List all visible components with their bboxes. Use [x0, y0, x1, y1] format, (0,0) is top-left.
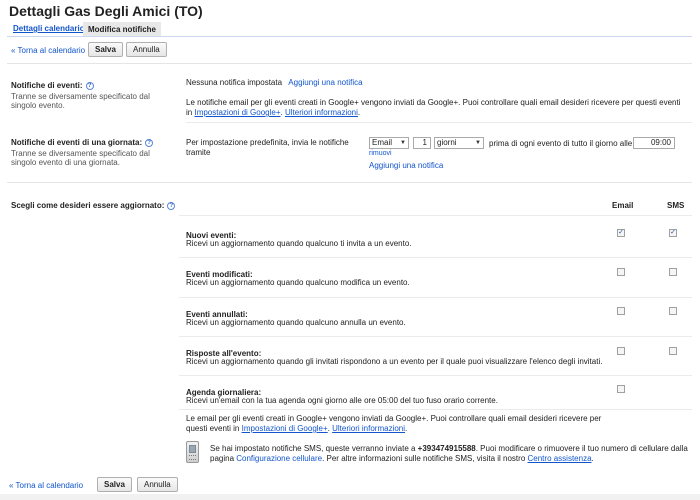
- notification-unit-select[interactable]: giorni ▼: [434, 137, 484, 149]
- notification-method-select[interactable]: Email ▼: [369, 137, 409, 149]
- google-plus-settings-link[interactable]: Impostazioni di Google+: [242, 424, 328, 433]
- event-notifications-label: Notifiche di eventi:?: [11, 81, 94, 90]
- divider: [179, 215, 692, 216]
- divider: [179, 297, 692, 298]
- remove-notification-link[interactable]: rimuovi: [369, 149, 392, 159]
- event-notifications-description: Tranne se diversamente specificato dal s…: [11, 92, 150, 110]
- daily-agenda-email-checkbox[interactable]: [617, 385, 625, 393]
- mobile-phone-icon: [186, 441, 199, 463]
- tab-calendar-details[interactable]: Dettagli calendario: [9, 22, 89, 36]
- chevron-down-icon: ▼: [400, 140, 406, 146]
- tab-divider: [7, 36, 692, 37]
- help-icon[interactable]: ?: [85, 82, 94, 90]
- phone-number: +393474915588: [417, 444, 476, 453]
- event-notifications-status: Nessuna notifica impostata Aggiungi una …: [186, 78, 363, 87]
- cancelled-events-email-checkbox[interactable]: [617, 307, 625, 315]
- divider: [7, 182, 692, 183]
- divider: [179, 375, 692, 376]
- divider: [7, 63, 692, 64]
- more-info-link[interactable]: Ulteriori informazioni: [285, 108, 358, 117]
- modified-events-email-checkbox[interactable]: [617, 268, 625, 276]
- help-icon[interactable]: ?: [145, 139, 154, 147]
- cancelled-events-sms-checkbox[interactable]: [669, 307, 677, 315]
- update-row-description: Ricevi un aggiornamento quando qualcuno …: [186, 278, 410, 287]
- page-title: Dettagli Gas Degli Amici (TO): [9, 3, 203, 19]
- tab-edit-notifications[interactable]: Modifica notifiche: [83, 22, 161, 36]
- new-events-email-checkbox[interactable]: ✓: [617, 229, 625, 237]
- new-events-sms-checkbox[interactable]: ✓: [669, 229, 677, 237]
- divider: [179, 336, 692, 337]
- save-button[interactable]: Salva: [97, 477, 132, 492]
- notification-amount-input[interactable]: 1: [413, 137, 431, 149]
- update-row-description: Ricevi un aggiornamento quando gli invit…: [186, 357, 603, 366]
- help-icon[interactable]: ?: [167, 202, 176, 210]
- email-column-header: Email: [612, 201, 634, 210]
- save-button[interactable]: Salva: [88, 42, 123, 57]
- notification-time-input[interactable]: 09:00: [633, 137, 675, 149]
- event-replies-sms-checkbox[interactable]: [669, 347, 677, 355]
- add-notification-link[interactable]: Aggiungi una notifica: [288, 78, 362, 87]
- mobile-setup-link[interactable]: Configurazione cellulare: [236, 454, 322, 463]
- update-row-description: Ricevi un'email con la tua agenda ogni g…: [186, 396, 498, 405]
- allday-default-text: Per impostazione predefinita, invia le n…: [186, 138, 349, 157]
- back-to-calendar-link[interactable]: « Torna al calendario: [9, 481, 83, 490]
- divider: [186, 122, 692, 123]
- update-row-description: Ricevi un aggiornamento quando qualcuno …: [186, 318, 406, 327]
- divider: [179, 257, 692, 258]
- updates-footer-info: Le email per gli eventi creati in Google…: [186, 414, 602, 433]
- divider: [179, 409, 692, 410]
- footer-bar: [0, 494, 700, 500]
- sms-column-header: SMS: [667, 201, 685, 210]
- updates-label: Scegli come desideri essere aggiornato:?: [11, 201, 176, 210]
- sms-info: Se hai impostato notifiche SMS, queste v…: [210, 444, 688, 463]
- google-plus-settings-link[interactable]: Impostazioni di Google+: [194, 108, 280, 117]
- help-center-link[interactable]: Centro assistenza: [528, 454, 592, 463]
- cancel-button[interactable]: Annulla: [137, 477, 178, 492]
- event-notifications-info: Le notifiche email per gli eventi creati…: [186, 98, 681, 117]
- allday-notifications-label: Notifiche di eventi di una giornata:?: [11, 138, 154, 147]
- event-replies-email-checkbox[interactable]: [617, 347, 625, 355]
- add-allday-notification-link[interactable]: Aggiungi una notifica: [369, 161, 443, 171]
- allday-before-text: prima di ogni evento di tutto il giorno …: [489, 139, 633, 148]
- chevron-down-icon: ▼: [475, 140, 481, 146]
- back-to-calendar-link[interactable]: « Torna al calendario: [11, 46, 85, 55]
- modified-events-sms-checkbox[interactable]: [669, 268, 677, 276]
- more-info-link[interactable]: Ulteriori informazioni: [332, 424, 405, 433]
- update-row-description: Ricevi un aggiornamento quando qualcuno …: [186, 239, 412, 248]
- allday-notifications-description: Tranne se diversamente specificato dal s…: [11, 149, 150, 167]
- cancel-button[interactable]: Annulla: [126, 42, 167, 57]
